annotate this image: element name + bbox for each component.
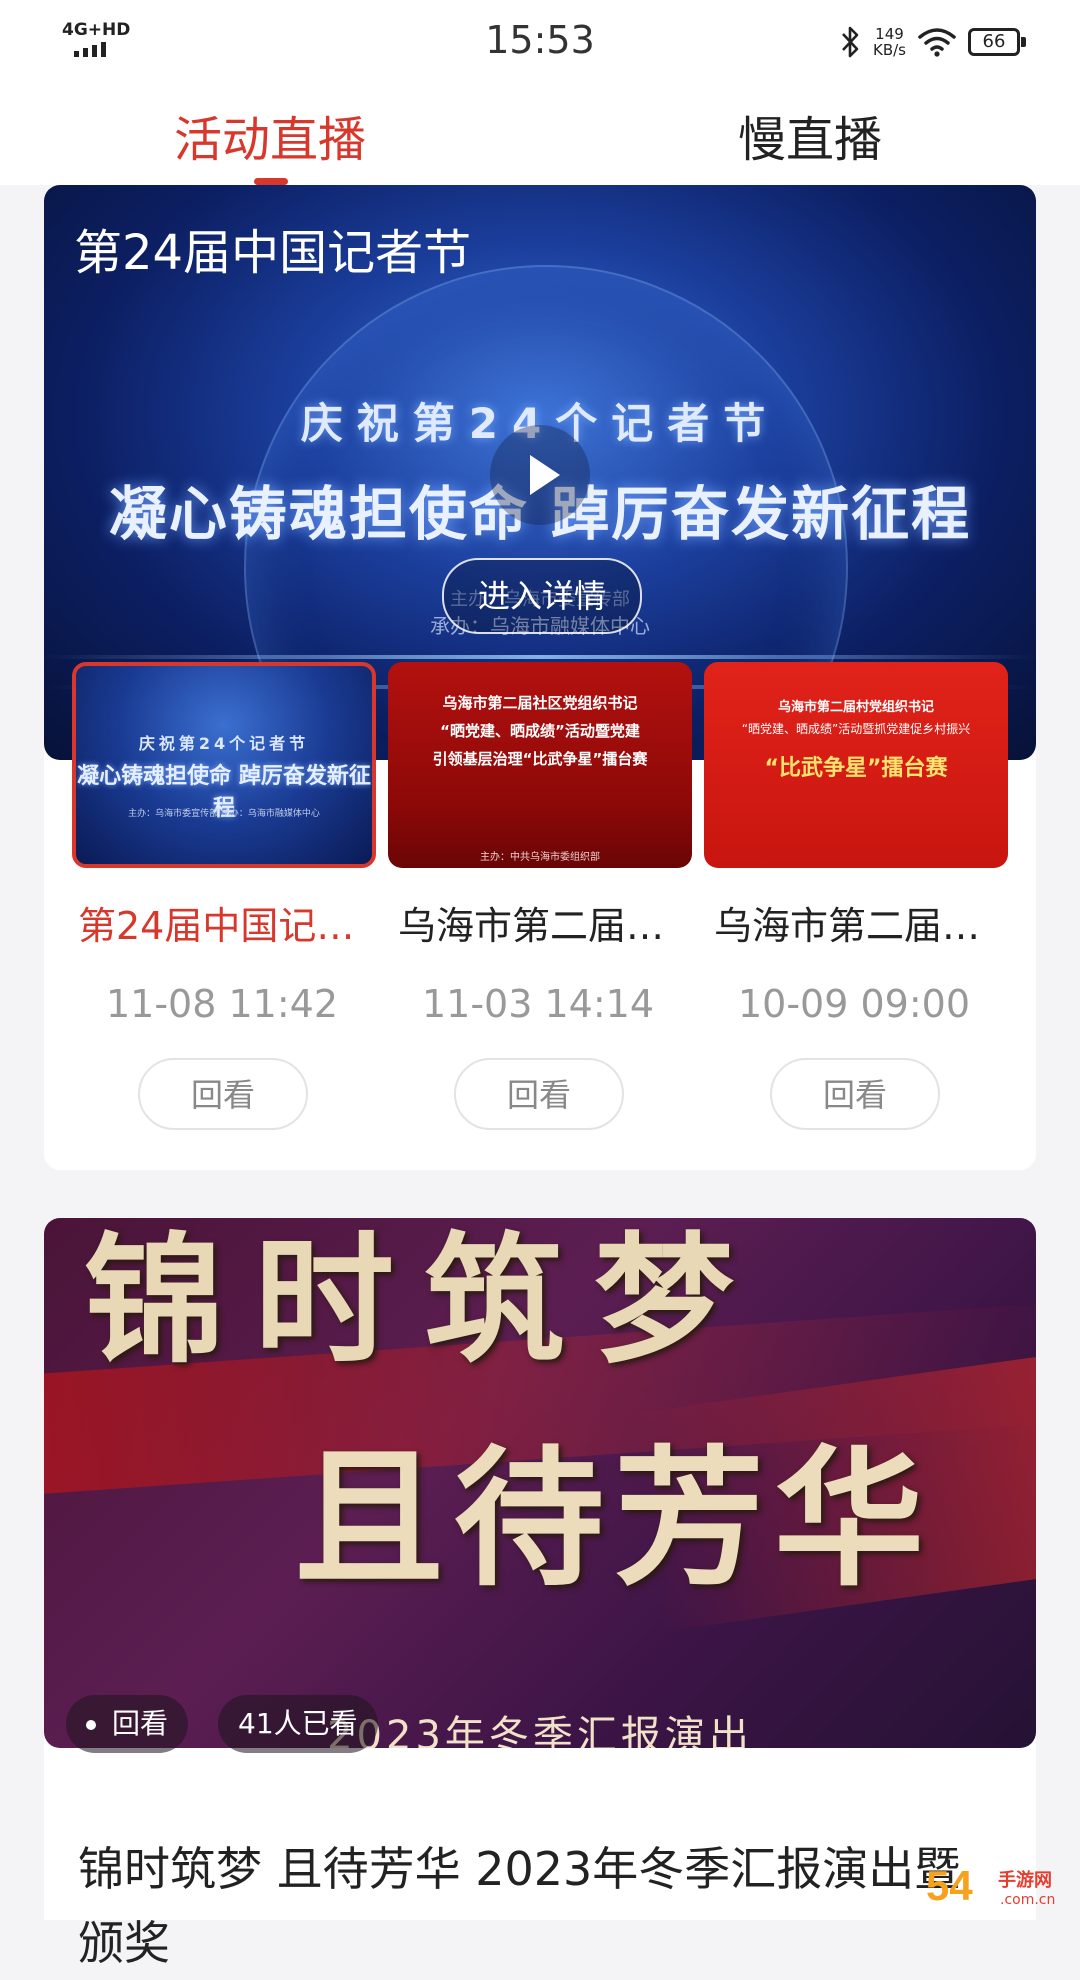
poster-line2: 且待芳华 — [294, 1431, 935, 1607]
replay-button-1[interactable]: 回看 — [138, 1058, 308, 1130]
tab-slow-live[interactable]: 慢直播 — [660, 100, 960, 170]
event-poster[interactable]: 锦时筑梦 且待芳华 2023年冬季汇报演出 — [44, 1218, 1036, 1748]
poster-line1: 锦时筑梦 — [84, 1219, 765, 1383]
event-title-1[interactable]: 第24届中国记… — [78, 895, 368, 950]
replay-button-2[interactable]: 回看 — [454, 1058, 624, 1130]
wifi-icon — [918, 28, 956, 57]
battery-icon: 66 — [968, 28, 1026, 56]
play-icon[interactable] — [490, 425, 590, 525]
event-time-1: 11-08 11:42 — [105, 982, 338, 1026]
dot-icon — [86, 1720, 96, 1730]
enter-detail-button[interactable]: 进入详情 — [442, 558, 642, 634]
event-card-2-title[interactable]: 锦时筑梦 且待芳华 2023年冬季汇报演出暨颁奖 — [78, 1832, 998, 1980]
event-time-2: 11-03 14:14 — [421, 982, 654, 1026]
status-bar: 4G+HD 15:53 149 KB/s 66 — [0, 0, 1080, 90]
view-count-badge: 41人已看 — [218, 1695, 378, 1753]
event-thumbnail-3[interactable]: 乌海市第二届村党组织书记 “晒党建、晒成绩”活动暨抓党建促乡村振兴 “比武争星”… — [704, 662, 1008, 868]
network-speed: 149 KB/s — [873, 25, 906, 59]
replay-button-3[interactable]: 回看 — [770, 1058, 940, 1130]
poster-line3: 2023年冬季汇报演出 — [327, 1713, 753, 1748]
event-title-3[interactable]: 乌海市第二届… — [714, 895, 1004, 950]
event-time-3: 10-09 09:00 — [737, 982, 970, 1026]
tab-activity-live[interactable]: 活动直播 — [120, 100, 420, 170]
featured-title: 第24届中国记者节 — [74, 225, 472, 281]
event-thumbnail-1[interactable]: 庆祝第24个记者节 凝心铸魂担使命 踔厉奋发新征程 主办：乌海市委宣传部 承办：… — [72, 662, 376, 868]
site-watermark-logo: 54 手游网 .com.cn — [926, 1862, 1056, 1909]
event-title-2[interactable]: 乌海市第二届… — [398, 895, 688, 950]
bluetooth-icon — [842, 26, 859, 58]
event-thumbnail-2[interactable]: 乌海市第二届社区党组织书记 “晒党建、晒成绩”活动暨党建 引领基层治理“比武争星… — [388, 662, 692, 868]
replay-badge: 回看 — [66, 1695, 189, 1753]
tab-active-indicator — [254, 178, 288, 185]
tab-bar: 活动直播 慢直播 — [0, 90, 1080, 185]
